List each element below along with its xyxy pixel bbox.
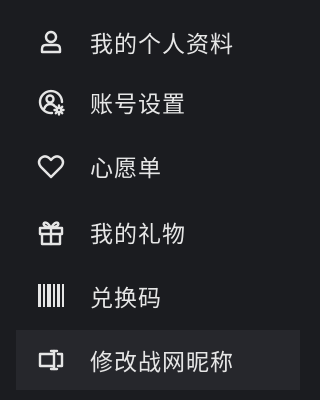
menu-item-label: 修改战网昵称 (90, 350, 234, 376)
barcode-icon (36, 281, 66, 311)
gift-icon (36, 217, 66, 247)
menu-item-label: 心愿单 (90, 156, 162, 182)
heart-icon (36, 151, 66, 181)
account-settings-icon (36, 87, 66, 117)
menu-item-change-battletag[interactable]: 修改战网昵称 (16, 330, 300, 390)
menu-item-label: 兑换码 (90, 286, 162, 312)
menu-item-label: 账号设置 (90, 92, 186, 118)
rename-icon (36, 345, 66, 375)
menu-item-wishlist[interactable]: 心愿单 (16, 136, 300, 196)
menu-item-profile[interactable]: 我的个人资料 (16, 12, 300, 72)
menu-item-account-settings[interactable]: 账号设置 (16, 72, 300, 132)
menu-item-label: 我的个人资料 (90, 32, 234, 58)
menu-item-label: 我的礼物 (90, 222, 186, 248)
menu-item-redeem-code[interactable]: 兑换码 (16, 266, 300, 326)
menu-item-gifts[interactable]: 我的礼物 (16, 202, 300, 262)
account-menu: 我的个人资料 账号设置 心愿单 我的礼物 兑换码 修改战网昵称 (0, 0, 300, 400)
user-icon (36, 27, 66, 57)
